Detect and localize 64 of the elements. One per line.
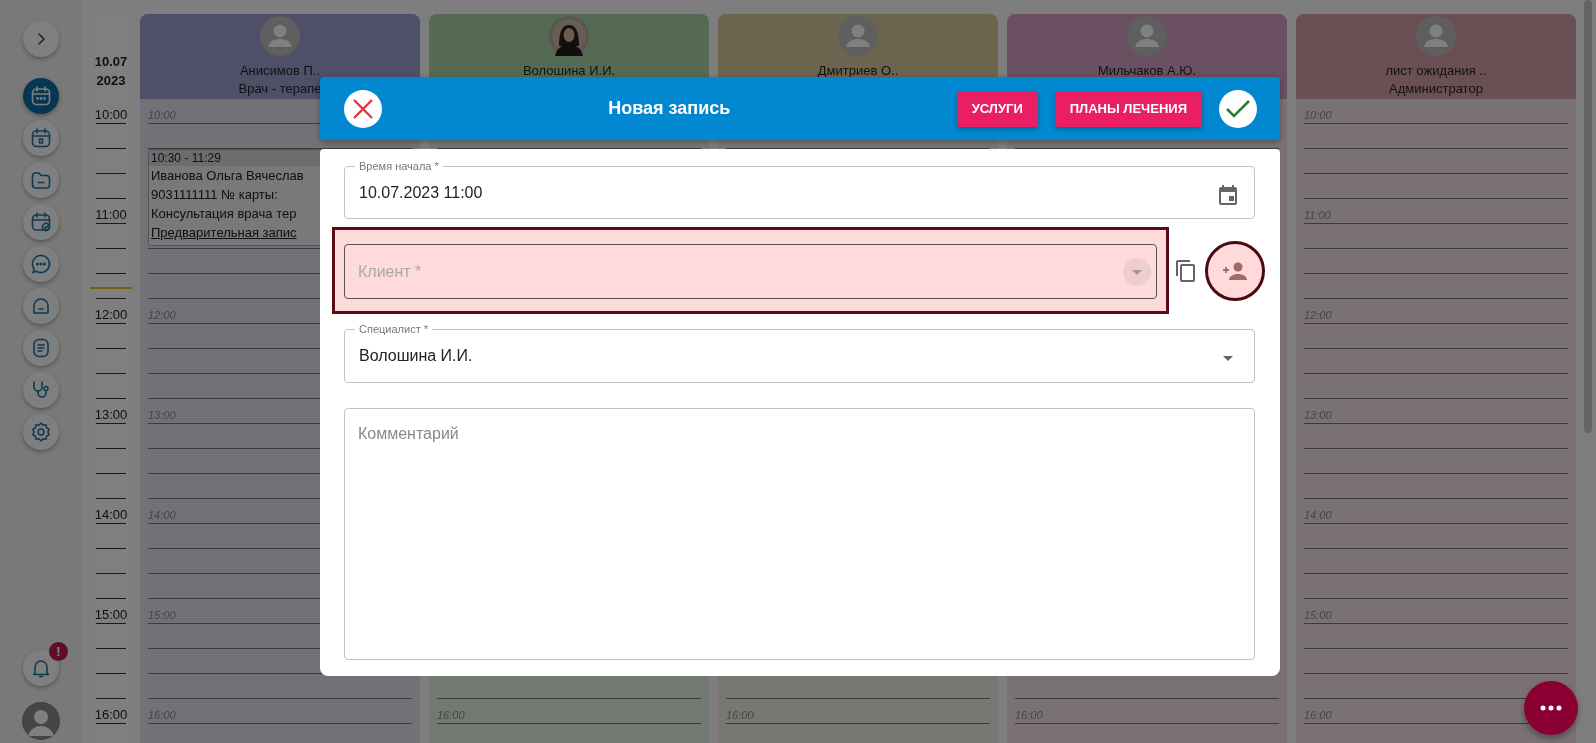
specialist-name: Дмитриев О..	[817, 62, 899, 80]
scrollbar[interactable]	[1584, 0, 1592, 433]
field-value: Волошина И.И.	[359, 347, 474, 366]
calendar-icon	[29, 84, 53, 108]
dialog-action-button[interactable]: УСЛУГИ	[956, 90, 1038, 127]
nav-button[interactable]	[23, 120, 59, 156]
confirm-button[interactable]	[1219, 89, 1257, 128]
calendar-icon[interactable]	[1216, 183, 1240, 208]
calendar-day-icon	[29, 126, 53, 150]
specialist-select[interactable]: Специалист * Волошина И.И.	[344, 324, 1255, 383]
date-label: 10.07 2023	[94, 53, 128, 90]
settings-icon	[29, 420, 53, 444]
person-add-icon	[1222, 260, 1248, 281]
specialist-name: Анисимов П..	[239, 62, 321, 80]
avatar-icon	[1416, 16, 1456, 56]
notification-badge: !	[49, 642, 68, 661]
expand-button[interactable]	[23, 21, 59, 57]
chevron-right-icon	[37, 33, 45, 45]
close-icon	[352, 97, 374, 120]
specialist-name: Волошина И.И.	[522, 62, 616, 80]
nav-button[interactable]	[23, 330, 59, 366]
appointment-text: Консультация врача тер	[150, 205, 298, 223]
specialist-name: лист ожидания ..	[1385, 62, 1487, 80]
field-label: Специалист *	[358, 324, 430, 336]
specialist-name: Мильчаков А.Ю.	[1097, 62, 1197, 80]
hour-label: 15:00	[94, 607, 128, 623]
current-time-line	[90, 287, 132, 289]
appointment-time: 10:30 - 11:29	[150, 150, 222, 166]
specialist-role: Администратор	[1389, 80, 1483, 98]
avatar-icon	[1127, 16, 1167, 56]
hour-label: 14:00	[94, 507, 128, 523]
hour-label: 10:00	[94, 107, 128, 123]
calendar-check-icon	[29, 210, 53, 234]
hour-label: 13:00	[94, 407, 128, 423]
client-field[interactable]: Клиент *	[344, 244, 1157, 300]
nav-button[interactable]	[23, 162, 59, 198]
check-icon	[1225, 97, 1251, 120]
hour-label: 16:00	[94, 707, 128, 723]
comment-field[interactable]: Комментарий	[344, 407, 1255, 660]
caret-icon[interactable]	[1123, 258, 1151, 287]
nav-button[interactable]	[23, 246, 59, 282]
nav-button[interactable]	[23, 414, 59, 450]
user-avatar[interactable]	[22, 702, 60, 740]
appointment-text: 9031111111 № карты:	[150, 186, 279, 204]
start-time-field[interactable]: Время начала * 10.07.2023 11:00	[344, 161, 1255, 220]
copy-icon[interactable]	[1175, 258, 1197, 283]
hour-label: 11:00	[95, 207, 127, 223]
caret-icon	[1223, 355, 1233, 361]
dialog-title: Новая запись	[607, 98, 732, 119]
appointment-text: Иванова Ольга Вячеслав	[150, 167, 305, 185]
avatar-icon	[260, 16, 300, 56]
nav-button[interactable]	[23, 372, 59, 408]
appointment-status: Предварительная запис	[150, 224, 298, 242]
more-icon	[1540, 705, 1562, 711]
nav-button[interactable]	[23, 204, 59, 240]
notifications-button[interactable]	[23, 650, 59, 686]
nav-button[interactable]	[23, 288, 59, 324]
chat-icon	[29, 252, 53, 276]
avatar-icon	[838, 16, 878, 56]
close-button[interactable]	[344, 89, 382, 128]
hour-label: 12:00	[94, 307, 128, 323]
specialist-role: Врач - терапе	[238, 80, 322, 98]
nav-button[interactable]	[23, 78, 59, 114]
dialog-action-button[interactable]: ПЛАНЫ ЛЕЧЕНИЯ	[1054, 90, 1202, 127]
